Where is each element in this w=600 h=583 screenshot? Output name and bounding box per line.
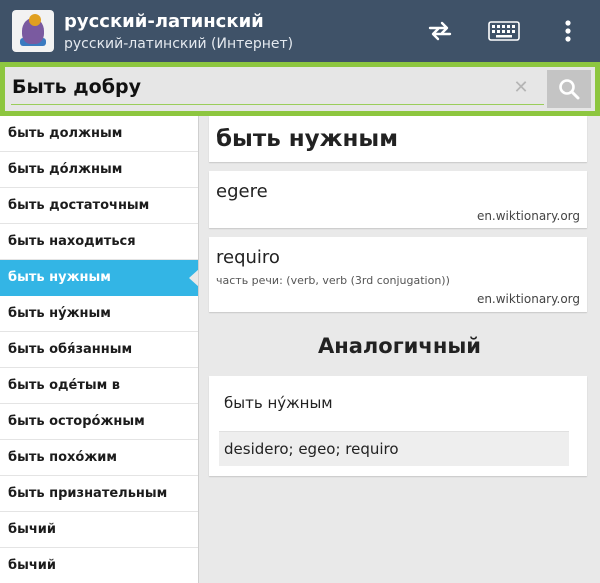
word-list-item[interactable]: быть похо́жим bbox=[0, 440, 198, 476]
headword: быть нужным bbox=[216, 126, 399, 152]
search-underline bbox=[11, 104, 544, 105]
word-list-item[interactable]: быть осторо́жным bbox=[0, 404, 198, 440]
app-title: русский-латинский bbox=[64, 11, 264, 32]
word-list: быть должным быть до́лжным быть достаточ… bbox=[0, 116, 199, 583]
similar-heading: Аналогичный bbox=[317, 334, 482, 358]
translation-word: requiro bbox=[216, 247, 280, 268]
word-list-item[interactable]: быть до́лжным bbox=[0, 152, 198, 188]
headword-card: быть нужным bbox=[209, 116, 587, 162]
translation-card[interactable]: requiro часть речи: (verb, verb (3rd con… bbox=[209, 237, 587, 312]
clear-search-button[interactable]: ✕ bbox=[510, 77, 532, 99]
search-input[interactable] bbox=[10, 71, 547, 103]
dictionary-parrot-icon[interactable] bbox=[12, 10, 54, 52]
app-toolbar: русский-латинский русский-латинский (Инт… bbox=[0, 0, 600, 62]
overflow-menu-icon bbox=[565, 20, 571, 42]
search-button[interactable] bbox=[547, 70, 591, 108]
word-list-item[interactable]: быть должным bbox=[0, 116, 198, 152]
translation-word: egere bbox=[216, 181, 268, 202]
swap-languages-icon bbox=[428, 21, 452, 41]
word-list-item[interactable]: быть достаточным bbox=[0, 188, 198, 224]
dictionary-subtitle: русский-латинский (Интернет) bbox=[64, 36, 294, 52]
translation-source: en.wiktionary.org bbox=[476, 209, 580, 223]
close-icon: ✕ bbox=[513, 77, 529, 98]
word-list-item[interactable]: быть признательным bbox=[0, 476, 198, 512]
similar-translation-box: desidero; egeo; requiro bbox=[219, 431, 569, 466]
overflow-menu-button[interactable] bbox=[552, 12, 584, 50]
word-list-item[interactable]: быть ну́жным bbox=[0, 296, 198, 332]
keyboard-button[interactable] bbox=[482, 12, 526, 50]
similar-word: быть ну́жным bbox=[224, 394, 333, 412]
word-list-item[interactable]: бычий bbox=[0, 512, 198, 548]
word-list-item[interactable]: бычий bbox=[0, 548, 198, 583]
word-list-item[interactable]: быть находиться bbox=[0, 224, 198, 260]
word-list-item-selected[interactable]: быть нужным bbox=[0, 260, 198, 296]
word-list-item[interactable]: быть оде́тым в bbox=[0, 368, 198, 404]
part-of-speech: часть речи: (verb, verb (3rd conjugation… bbox=[216, 274, 450, 287]
search-container: ✕ bbox=[5, 67, 595, 111]
swap-languages-button[interactable] bbox=[418, 12, 462, 50]
word-list-item[interactable]: быть обя́занным bbox=[0, 332, 198, 368]
translation-card[interactable]: egere en.wiktionary.org bbox=[209, 171, 587, 228]
entry-panel: быть нужным egere en.wiktionary.org requ… bbox=[199, 116, 600, 583]
search-icon bbox=[559, 79, 580, 100]
similar-translation: desidero; egeo; requiro bbox=[224, 440, 399, 458]
keyboard-icon bbox=[488, 21, 520, 41]
similar-card[interactable]: быть ну́жным desidero; egeo; requiro bbox=[209, 376, 587, 476]
translation-source: en.wiktionary.org bbox=[476, 292, 580, 306]
search-bar: ✕ bbox=[0, 62, 600, 116]
